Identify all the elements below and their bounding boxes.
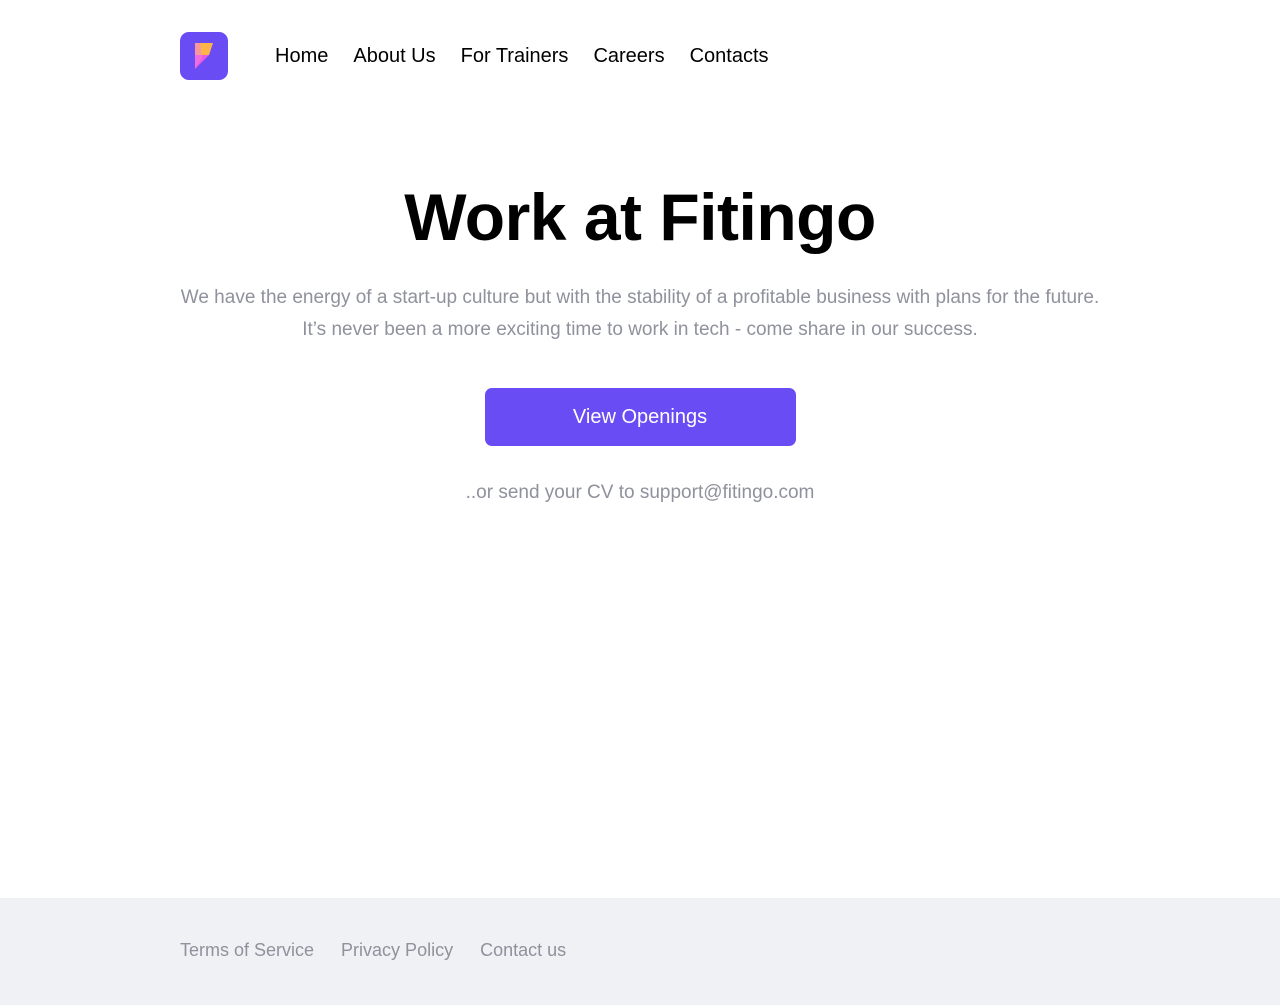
hero-description: We have the energy of a start-up culture…	[180, 287, 1100, 340]
nav-item-careers[interactable]: Careers	[593, 45, 664, 68]
support-email-link[interactable]: support@fitingo.com	[640, 482, 815, 503]
view-openings-button[interactable]: View Openings	[484, 388, 796, 446]
nav-item-home[interactable]: Home	[275, 45, 328, 68]
site-header: Home About Us For Trainers Careers Conta…	[180, 32, 794, 80]
careers-page: Home About Us For Trainers Careers Conta…	[0, 0, 1280, 1005]
cv-note-prefix: ..or send your CV to	[465, 482, 640, 503]
site-footer: Terms of Service Privacy Policy Contact …	[0, 898, 1280, 1005]
main-nav: Home About Us For Trainers Careers Conta…	[275, 45, 794, 68]
nav-item-about-us[interactable]: About Us	[353, 45, 435, 68]
footer-link-contact-us[interactable]: Contact us	[480, 940, 566, 961]
footer-link-terms-of-service[interactable]: Terms of Service	[180, 940, 314, 961]
footer-link-privacy-policy[interactable]: Privacy Policy	[341, 940, 453, 961]
fitingo-logo[interactable]	[180, 32, 228, 80]
fitingo-logo-icon	[195, 43, 213, 69]
nav-item-contacts[interactable]: Contacts	[690, 45, 769, 68]
hero-section: Work at Fitingo We have the energy of a …	[0, 176, 1280, 504]
nav-item-for-trainers[interactable]: For Trainers	[461, 45, 569, 68]
cv-note: ..or send your CV to support@fitingo.com	[0, 482, 1280, 504]
page-title: Work at Fitingo	[404, 180, 876, 254]
footer-links: Terms of Service Privacy Policy Contact …	[180, 940, 593, 961]
